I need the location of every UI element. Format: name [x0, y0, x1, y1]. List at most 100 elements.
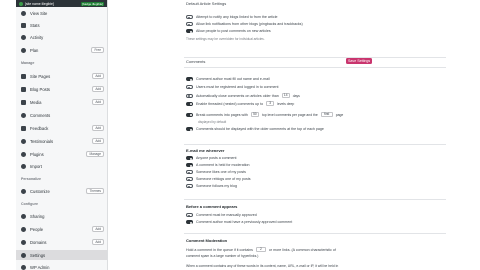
links-count-input[interactable]: 2	[255, 247, 266, 252]
sidebar-item-plan[interactable]: Plan Free	[16, 45, 107, 55]
setting-previously-approved[interactable]: Comment author must have a previously ap…	[186, 220, 292, 224]
sidebar-item-comments[interactable]: Comments	[16, 110, 107, 120]
toggle-switch[interactable]	[186, 93, 193, 98]
moderation-keywords-text: When a comment contains any of these wor…	[186, 264, 339, 268]
sidebar-item-view-site[interactable]: View Site	[16, 8, 107, 18]
themes-button[interactable]: Themes	[86, 187, 104, 195]
sidebar-item-media[interactable]: Media Add	[16, 97, 107, 107]
add-people-button[interactable]: Add	[92, 225, 104, 233]
setting-allow-pingbacks[interactable]: Allow link notifications from other blog…	[186, 22, 303, 26]
setting-email-follows[interactable]: Someone follows my blog	[186, 184, 237, 188]
toggle-switch[interactable]	[186, 22, 193, 26]
sidebar-item-domains[interactable]: Domains Add	[16, 237, 107, 247]
comments-icon	[21, 112, 26, 118]
setting-email-likes[interactable]: Someone likes one of my posts	[186, 170, 246, 174]
toggle-switch[interactable]	[186, 213, 193, 217]
setting-older-comments-top[interactable]: Comments should be displayed with the ol…	[186, 127, 324, 131]
domains-icon	[21, 239, 26, 245]
setting-email-reblogs[interactable]: Someone reblogs one of my posts	[186, 177, 251, 181]
sidebar-item-sharing[interactable]: Sharing	[16, 211, 107, 221]
toggle-switch[interactable]	[186, 220, 193, 224]
moderation-links-row: Hold a comment in the queue if it contai…	[186, 247, 336, 252]
sidebar-item-plugins[interactable]: Plugins Manage	[16, 149, 107, 159]
save-settings-button[interactable]: Save Settings	[346, 58, 373, 64]
toggle-switch[interactable]	[186, 170, 193, 174]
sidebar-item-settings[interactable]: Settings	[16, 250, 107, 260]
toggle-switch[interactable]	[186, 177, 193, 181]
divider	[184, 67, 446, 68]
setting-label: Allow link notifications from other blog…	[196, 22, 303, 26]
toggle-switch[interactable]	[186, 15, 193, 19]
toggle-switch[interactable]	[186, 85, 193, 89]
before-section-title: Before a comment appears	[186, 204, 238, 209]
sidebar-item-label: View Site	[30, 10, 48, 16]
toggle-switch[interactable]	[186, 163, 193, 167]
setting-label: Break comments into pages with	[196, 112, 248, 117]
setting-threaded-comments[interactable]: Enable threaded (nested) comments up to …	[186, 101, 294, 106]
page-unit: page	[335, 112, 344, 117]
sidebar-item-label: Import	[30, 163, 42, 169]
plan-icon	[21, 47, 26, 53]
per-page-input[interactable]: 50	[250, 112, 259, 117]
setting-label: Someone likes one of my posts	[196, 170, 246, 174]
sidebar-item-feedback[interactable]: Feedback Add	[16, 123, 107, 133]
add-media-button[interactable]: Add	[92, 98, 104, 106]
displayed-by-default-text: displayed by default	[198, 120, 227, 124]
setting-auto-close[interactable]: Automatically close comments on articles…	[186, 93, 300, 98]
sidebar-item-testimonials[interactable]: Testimonials Add	[16, 136, 107, 146]
setting-manual-approval[interactable]: Comment must be manually approved	[186, 213, 257, 217]
add-page-button[interactable]: Add	[92, 72, 104, 80]
levels-unit: levels deep	[277, 101, 295, 106]
toggle-switch[interactable]	[186, 29, 193, 33]
site-switcher[interactable]: [site name illegible] [badge illegible]	[16, 0, 107, 7]
setting-notify-blogs[interactable]: Attempt to notify any blogs linked to fr…	[186, 15, 278, 19]
screen: [site name illegible] [badge illegible] …	[0, 0, 480, 270]
sidebar-item-import[interactable]: Import	[16, 161, 107, 171]
toggle-switch[interactable]	[186, 101, 193, 106]
add-testimonial-button[interactable]: Add	[92, 137, 104, 145]
sidebar-item-blog-posts[interactable]: Blog Posts Add	[16, 84, 107, 94]
activity-icon	[21, 34, 26, 40]
right-margin	[464, 0, 480, 270]
sidebar-item-stats[interactable]: Stats	[16, 20, 107, 30]
sidebar-item-label: Activity	[30, 34, 44, 40]
days-input[interactable]: 14	[281, 93, 290, 98]
setting-paginate-comments[interactable]: Break comments into pages with 50 top le…	[186, 112, 343, 117]
add-feedback-button[interactable]: Add	[92, 124, 104, 132]
setting-label: Anyone posts a comment	[196, 156, 237, 160]
sidebar-item-activity[interactable]: Activity	[16, 32, 107, 42]
page-order-select[interactable]: first	[320, 112, 333, 117]
toggle-switch[interactable]	[186, 184, 193, 188]
toggle-switch[interactable]	[186, 127, 193, 131]
divider	[184, 57, 446, 58]
sidebar-item-site-pages[interactable]: Site Pages Add	[16, 71, 107, 81]
media-icon	[21, 99, 26, 105]
setting-users-registered[interactable]: Users must be registered and logged in t…	[186, 85, 279, 89]
moderation-text: Hold a comment in the queue if it contai…	[186, 247, 253, 252]
setting-author-name-email[interactable]: Comment author must fill out name and e-…	[186, 77, 270, 81]
sidebar-item-customize[interactable]: Customize Themes	[16, 186, 107, 196]
setting-email-any-comment[interactable]: Anyone posts a comment	[186, 156, 237, 160]
levels-input[interactable]: 3	[266, 101, 275, 106]
sidebar-item-wp-admin[interactable]: WP Admin	[16, 262, 107, 270]
sidebar-item-label: Media	[30, 99, 42, 105]
sidebar-item-people[interactable]: People Add	[16, 224, 107, 234]
setting-email-held[interactable]: A comment is held for moderation	[186, 163, 250, 167]
add-post-button[interactable]: Add	[92, 85, 104, 93]
setting-allow-comments[interactable]: Allow people to post comments on new art…	[186, 29, 271, 33]
sidebar-item-label: Settings	[30, 252, 46, 258]
manage-plugins-button[interactable]: Manage	[86, 150, 104, 158]
add-domain-button[interactable]: Add	[92, 238, 104, 246]
moderation-text: or more links. (A common characteristic …	[268, 247, 336, 252]
wp-admin-icon	[21, 264, 26, 270]
personalize-heading: Personalize	[21, 177, 41, 181]
stats-icon	[21, 22, 26, 28]
sidebar-item-label: Blog Posts	[30, 86, 51, 92]
sidebar-item-label: WP Admin	[30, 264, 50, 270]
sidebar-item-label: Feedback	[30, 125, 49, 131]
toggle-switch[interactable]	[186, 112, 193, 117]
sidebar-item-label: Customize	[30, 188, 50, 194]
setting-label: Enable threaded (nested) comments up to	[196, 101, 264, 106]
toggle-switch[interactable]	[186, 156, 193, 160]
toggle-switch[interactable]	[186, 77, 193, 81]
